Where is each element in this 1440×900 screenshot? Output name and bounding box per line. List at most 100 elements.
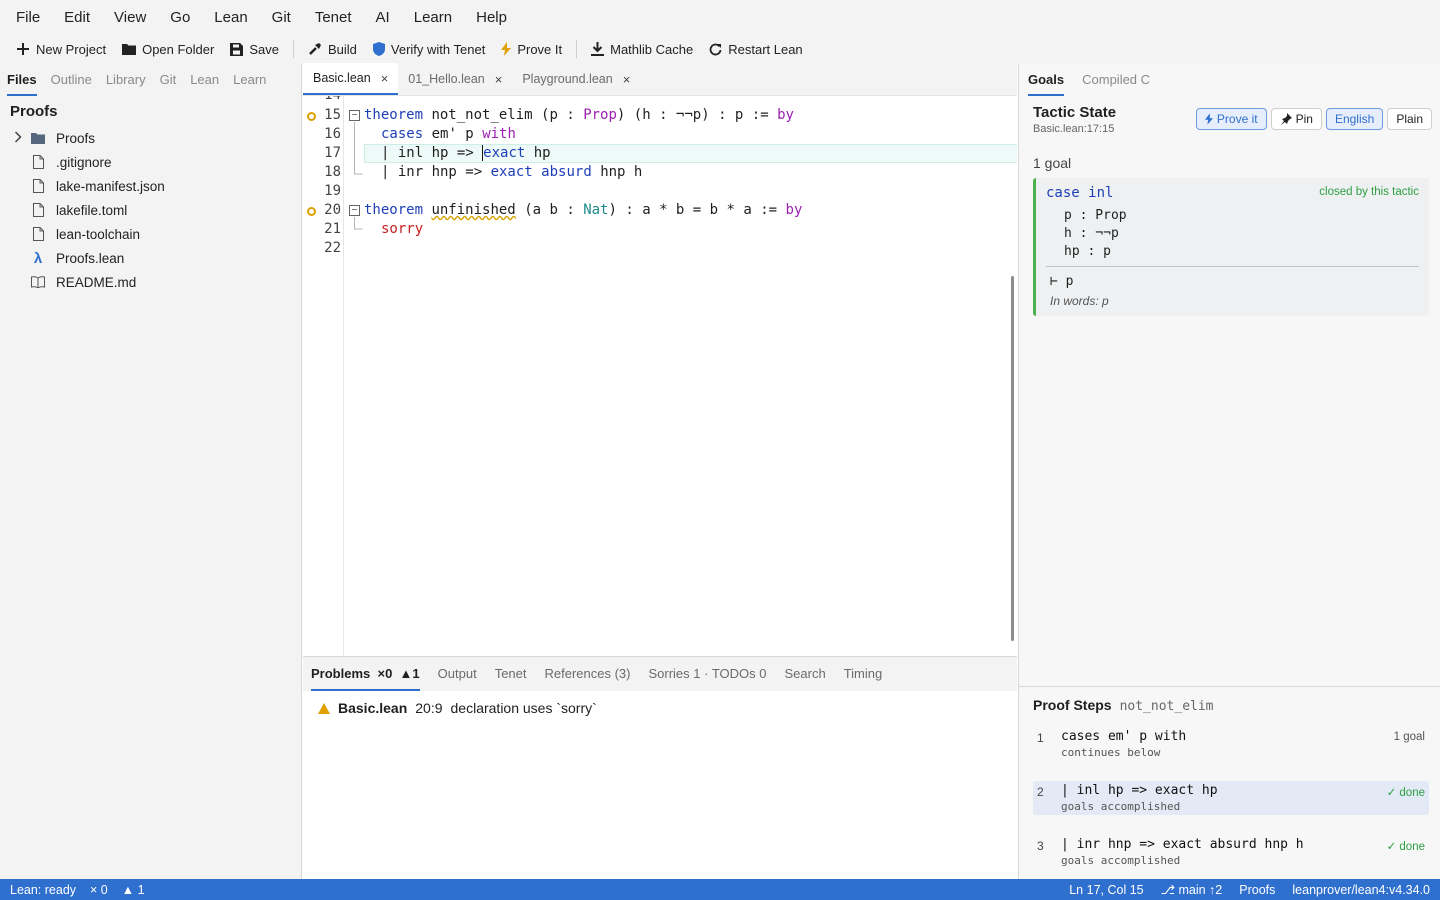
code-text: hnp h — [600, 164, 643, 180]
goal-target: ⊢ p — [1050, 274, 1074, 289]
new-project-button[interactable]: New Project — [8, 37, 114, 61]
menu-file[interactable]: File — [4, 9, 52, 26]
plain-label: Plain — [1396, 112, 1423, 126]
tab-label: Playground.lean — [522, 72, 613, 86]
fold-guide — [354, 217, 363, 230]
menu-help[interactable]: Help — [464, 9, 519, 26]
tab-search[interactable]: Search — [784, 657, 825, 691]
line-number: 14 — [311, 96, 341, 105]
save-label: Save — [249, 41, 279, 57]
tab-sorries[interactable]: Sorries 1 · TODOs 0 — [648, 657, 766, 691]
menu-git[interactable]: Git — [260, 9, 303, 26]
proof-step[interactable]: 1 cases em' p with continues below 1 goa… — [1033, 727, 1429, 761]
build-button[interactable]: Build — [300, 37, 365, 61]
close-icon[interactable]: × — [381, 71, 389, 86]
tactic-state-header: Tactic State Basic.lean:17:15 — [1033, 104, 1116, 135]
prove-it-button[interactable]: Prove it — [1195, 108, 1267, 130]
fold-collapse-icon[interactable]: − — [349, 110, 360, 121]
tab-playground-lean[interactable]: Playground.lean × — [512, 63, 640, 95]
tree-file[interactable]: .gitignore — [0, 150, 301, 174]
sorry-keyword: sorry — [381, 221, 424, 237]
cursor-position[interactable]: Ln 17, Col 15 — [1069, 883, 1143, 897]
save-button[interactable]: Save — [222, 37, 287, 61]
project-name[interactable]: Proofs — [1239, 883, 1275, 897]
tab-tenet[interactable]: Tenet — [495, 657, 527, 691]
code-editor[interactable]: 14 15 16 17 18 19 20 21 22 − − theorem n… — [303, 96, 1017, 656]
lightning-icon — [1204, 113, 1213, 125]
menu-view[interactable]: View — [102, 9, 158, 26]
status-warning-count[interactable]: ▲ 1 — [122, 883, 145, 897]
editor-scrollbar[interactable] — [1011, 276, 1014, 641]
tab-goals[interactable]: Goals — [1028, 64, 1065, 96]
hammer-icon — [309, 43, 321, 55]
tab-references[interactable]: References (3) — [545, 657, 631, 691]
english-toggle[interactable]: English — [1325, 108, 1384, 130]
pin-button[interactable]: Pin — [1270, 108, 1322, 130]
proof-step[interactable]: 2 | inl hp => exact hp goals accomplishe… — [1033, 781, 1429, 815]
fold-collapse-icon[interactable]: − — [349, 205, 360, 216]
hypothesis: hp : p — [1064, 244, 1111, 259]
tree-file[interactable]: README.md — [0, 270, 301, 294]
menu-lean[interactable]: Lean — [202, 9, 259, 26]
book-icon — [28, 276, 48, 288]
chevron-right-icon[interactable] — [8, 130, 28, 146]
menu-learn[interactable]: Learn — [402, 9, 464, 26]
tab-output[interactable]: Output — [438, 657, 477, 691]
keyword: with — [482, 126, 516, 142]
download-icon — [591, 42, 605, 56]
error-count: ×0 — [377, 666, 393, 681]
tab-lean[interactable]: Lean — [190, 64, 219, 96]
prove-it-label: Prove It — [517, 41, 563, 57]
verify-button[interactable]: Verify with Tenet — [365, 37, 493, 61]
tab-git[interactable]: Git — [160, 64, 177, 96]
tab-timing[interactable]: Timing — [844, 657, 883, 691]
tab-outline[interactable]: Outline — [51, 64, 92, 96]
tab-hello-lean[interactable]: 01_Hello.lean × — [398, 63, 512, 95]
git-branch[interactable]: ⎇ main ↑2 — [1161, 882, 1223, 897]
open-folder-button[interactable]: Open Folder — [114, 37, 222, 61]
mathlib-cache-button[interactable]: Mathlib Cache — [583, 37, 701, 61]
tab-library[interactable]: Library — [106, 64, 146, 96]
tab-learn[interactable]: Learn — [233, 64, 266, 96]
problem-file: Basic.lean — [338, 700, 408, 716]
identifier: not_not_elim — [431, 107, 533, 123]
toolbar-divider — [292, 40, 294, 58]
menu-edit[interactable]: Edit — [52, 9, 102, 26]
menu-tenet[interactable]: Tenet — [303, 9, 364, 26]
tree-file[interactable]: λ Proofs.lean — [0, 246, 301, 270]
hypothesis: p : Prop — [1064, 208, 1127, 223]
tactic-location: Basic.lean:17:15 — [1033, 123, 1115, 135]
tab-compiled-c[interactable]: Compiled C — [1082, 64, 1150, 96]
toolbar-divider — [576, 40, 578, 58]
lean-toolchain[interactable]: leanprover/lean4:v4.34.0 — [1292, 883, 1430, 897]
line-number: 16 — [324, 126, 341, 142]
restart-lean-button[interactable]: Restart Lean — [701, 37, 810, 61]
tree-file[interactable]: lake-manifest.json — [0, 174, 301, 198]
tree-label: lakefile.toml — [56, 202, 128, 218]
lean-status[interactable]: Lean: ready — [10, 883, 76, 897]
prove-it-button[interactable]: Prove It — [493, 37, 570, 61]
plain-toggle[interactable]: Plain — [1387, 108, 1432, 130]
menu-go[interactable]: Go — [158, 9, 202, 26]
menu-ai[interactable]: AI — [364, 9, 402, 26]
tree-file[interactable]: lakefile.toml — [0, 198, 301, 222]
code-area[interactable]: − − theorem not_not_elim (p : Prop) (h :… — [343, 96, 1017, 656]
tree-label: .gitignore — [56, 154, 112, 170]
tab-problems[interactable]: Problems ×0 ▲1 — [311, 657, 420, 691]
keyword: theorem — [364, 202, 424, 218]
tactic-state-title: Tactic State — [1033, 104, 1117, 121]
keyword: exact — [490, 164, 533, 180]
problem-row[interactable]: Basic.lean 20:9 declaration uses `sorry` — [303, 691, 1017, 725]
file-icon — [28, 203, 48, 217]
tree-folder-proofs[interactable]: Proofs — [0, 126, 301, 150]
status-error-count[interactable]: × 0 — [90, 883, 108, 897]
close-icon[interactable]: × — [623, 72, 631, 87]
tab-files[interactable]: Files — [7, 64, 37, 96]
editor-gutter: 14 15 16 17 18 19 20 21 22 — [303, 96, 343, 656]
close-icon[interactable]: × — [495, 72, 503, 87]
tree-label: Proofs — [56, 130, 96, 146]
tab-basic-lean[interactable]: Basic.lean × — [303, 63, 399, 95]
proof-step[interactable]: 3 | inr hnp => exact absurd hnp h goals … — [1033, 835, 1429, 869]
save-icon — [230, 42, 244, 56]
tree-file[interactable]: lean-toolchain — [0, 222, 301, 246]
